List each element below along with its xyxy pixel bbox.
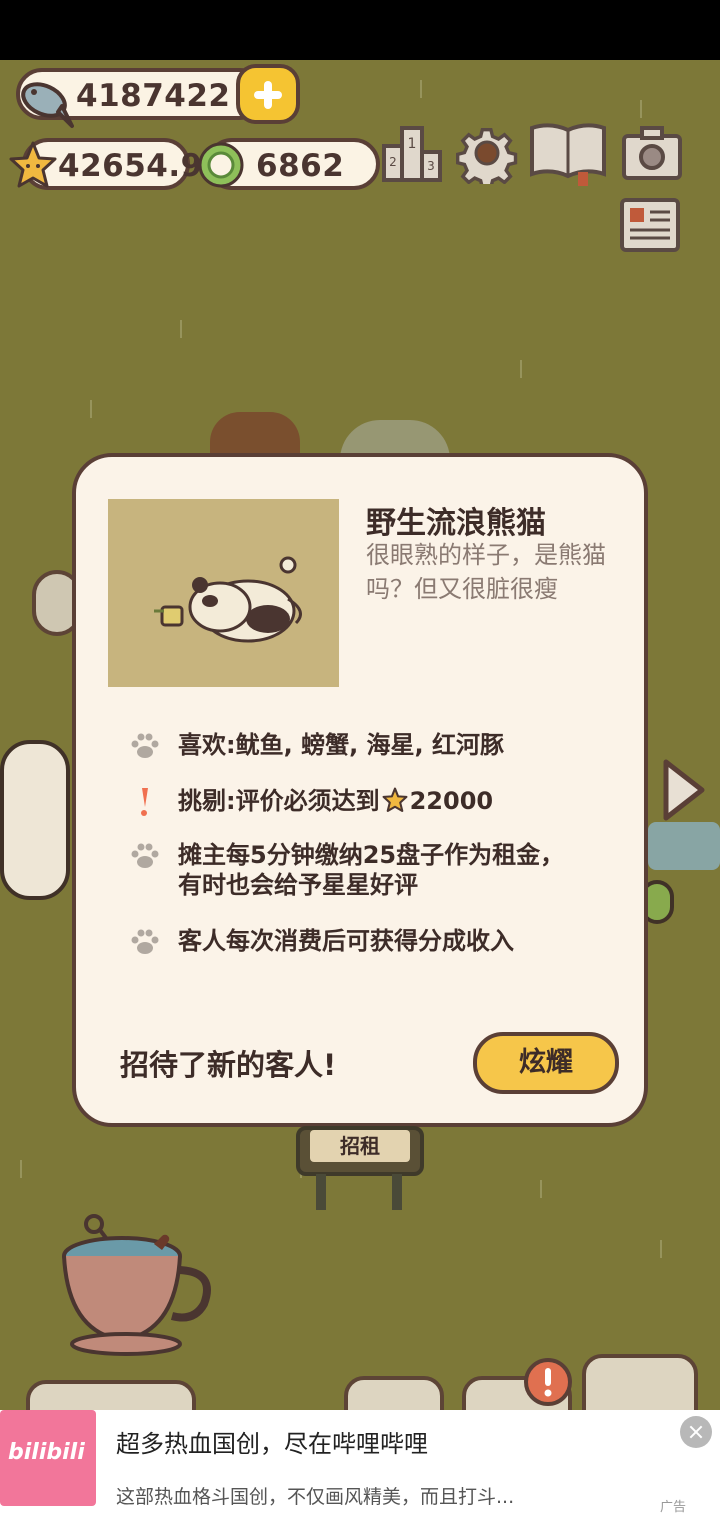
status-bar xyxy=(0,0,720,60)
exclamation-icon xyxy=(128,786,160,818)
arrow-right-icon[interactable] xyxy=(660,758,708,826)
newspaper-icon[interactable] xyxy=(618,196,682,258)
book-icon[interactable] xyxy=(528,122,608,190)
ad-title[interactable]: 超多热血国创，尽在哔哩哔哩 xyxy=(116,1424,428,1459)
fish-icon xyxy=(14,72,76,134)
notification-badge-icon xyxy=(522,1356,574,1412)
rent-sign-leg xyxy=(392,1174,402,1210)
background-stream xyxy=(648,822,720,870)
trait-revenue-text: 客人每次消费后可获得分成收入 xyxy=(178,927,514,955)
customer-description: 很眼熟的样子，是熊猫吗？但又很脏很瘦 xyxy=(366,541,606,603)
trait-likes-text: 喜欢:鱿鱼, 螃蟹, 海星, 红河豚 xyxy=(178,731,505,759)
ad-subtitle[interactable]: 这部热血格斗国创，不仅画风精美，而且打斗... xyxy=(116,1482,514,1509)
star-count: 42654.9 xyxy=(58,148,203,184)
paw-icon xyxy=(128,840,160,872)
svg-text:2: 2 xyxy=(389,155,397,169)
welcome-message: 招待了新的客人! xyxy=(120,1048,337,1082)
customer-name: 野生流浪熊猫 xyxy=(366,506,546,541)
close-icon[interactable] xyxy=(680,1416,712,1448)
coin-icon xyxy=(196,140,246,194)
rent-sign-leg xyxy=(316,1174,326,1210)
star-icon xyxy=(382,787,408,820)
bilibili-logo-text: bilibili xyxy=(8,1440,85,1465)
ranking-podium-icon[interactable]: 1 2 3 xyxy=(380,124,444,188)
ad-tag: 广告 xyxy=(660,1500,687,1515)
trait-picky-text: 挑剔:评价必须达到 22000 xyxy=(178,786,493,820)
trait-rent-text-2: 有时也会给予星星好评 xyxy=(178,871,418,899)
trait-rent-text: 摊主每5分钟缴纳25盘子作为租金， xyxy=(178,841,565,869)
camera-icon[interactable] xyxy=(620,124,684,186)
trait-picky-value: 22000 xyxy=(409,787,494,815)
paw-icon xyxy=(128,730,160,762)
teacup-icon xyxy=(56,1212,216,1366)
background-cat xyxy=(0,740,70,900)
customer-portrait xyxy=(108,499,339,687)
svg-text:3: 3 xyxy=(427,159,435,173)
fish-count: 4187422 xyxy=(76,78,231,114)
coin-count: 6862 xyxy=(256,148,345,184)
show-off-button[interactable]: 炫耀 xyxy=(473,1032,619,1094)
paw-icon xyxy=(128,926,160,958)
gear-icon[interactable] xyxy=(455,122,518,190)
add-fish-button[interactable] xyxy=(236,64,300,124)
svg-text:1: 1 xyxy=(408,136,417,152)
star-icon xyxy=(8,140,58,194)
trait-picky-label: 挑剔:评价必须达到 xyxy=(178,787,380,815)
rent-sign-label: 招租 xyxy=(310,1130,410,1162)
